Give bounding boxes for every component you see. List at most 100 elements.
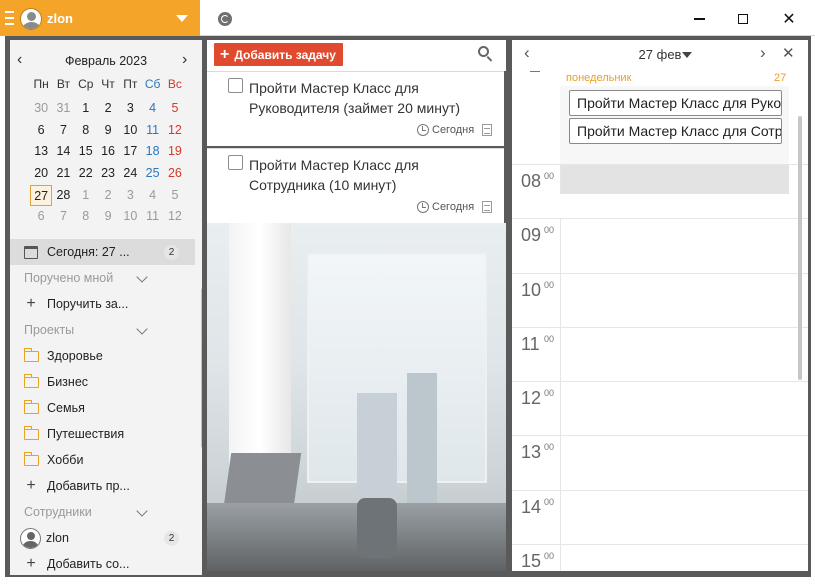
- add-project-button[interactable]: + Добавить пр...: [10, 473, 195, 499]
- user-menu[interactable]: zlon: [0, 0, 200, 36]
- chevron-down-icon[interactable]: [136, 505, 148, 517]
- hour-label: 11: [521, 333, 540, 354]
- next-day-button[interactable]: ›: [760, 43, 766, 63]
- time-slot[interactable]: [560, 219, 789, 273]
- calendar-day[interactable]: 28: [52, 185, 74, 206]
- calendar-day[interactable]: 4: [141, 98, 163, 119]
- time-slot[interactable]: [560, 327, 789, 382]
- calendar-day[interactable]: 10: [119, 120, 141, 141]
- sidebar-item-project[interactable]: Семья: [10, 395, 195, 421]
- weekday-label: Вт: [56, 77, 70, 91]
- sidebar-item-project[interactable]: Путешествия: [10, 421, 195, 447]
- calendar-day[interactable]: 6: [30, 206, 52, 227]
- calendar-day[interactable]: 26: [164, 163, 186, 184]
- calendar-day[interactable]: 4: [141, 185, 163, 206]
- sidebar-item-project[interactable]: Хобби: [10, 447, 195, 473]
- calendar-day[interactable]: 1: [75, 185, 97, 206]
- day-view-scrollbar[interactable]: [798, 116, 802, 380]
- hour-row: 11 00: [512, 326, 808, 382]
- hour-row: 12 00: [512, 381, 808, 436]
- calendar-day[interactable]: 11: [141, 206, 163, 227]
- calendar-day[interactable]: 8: [75, 206, 97, 227]
- calendar-day[interactable]: 10: [119, 206, 141, 227]
- task-checkbox[interactable]: [228, 78, 243, 93]
- hour-grid: 08 00 09 00 10 00 11 00 12 00 13 00 14 00 15 00: [512, 164, 808, 571]
- minimize-button[interactable]: [685, 6, 713, 32]
- assign-task-button[interactable]: + Поручить за...: [10, 291, 195, 317]
- day-view-title[interactable]: 27 фев: [612, 47, 708, 62]
- calendar-event[interactable]: Пройти Мастер Класс для Сотрудника: [569, 118, 782, 144]
- calendar-day-today[interactable]: 27: [30, 184, 53, 206]
- calendar-day[interactable]: 19: [164, 141, 186, 162]
- maximize-button[interactable]: [729, 6, 757, 32]
- calendar-day[interactable]: 9: [97, 206, 119, 227]
- calendar-day[interactable]: 18: [141, 141, 163, 162]
- calendar-day[interactable]: 6: [30, 120, 52, 141]
- time-slot[interactable]: [560, 382, 789, 436]
- sidebar-item-today[interactable]: Сегодня: 27 ... 2: [10, 239, 195, 265]
- calendar-day[interactable]: 16: [97, 141, 119, 162]
- folder-icon: [23, 451, 39, 466]
- calendar-day[interactable]: 17: [119, 141, 141, 162]
- calendar-day[interactable]: 30: [30, 98, 52, 119]
- chevron-down-icon[interactable]: [136, 271, 148, 283]
- calendar-day[interactable]: 21: [52, 163, 74, 184]
- calendar-day[interactable]: 7: [52, 120, 74, 141]
- calendar-event[interactable]: Пройти Мастер Класс для Руководителя: [569, 90, 782, 116]
- calendar-day[interactable]: 11: [141, 120, 163, 141]
- calendar-day[interactable]: 24: [119, 163, 141, 184]
- calendar-day[interactable]: 2: [97, 98, 119, 119]
- calendar-day[interactable]: 15: [75, 141, 97, 162]
- calendar-day[interactable]: 9: [97, 120, 119, 141]
- task-card[interactable]: Пройти Мастер Класс для Руководителя (за…: [207, 71, 504, 146]
- prev-day-button[interactable]: ‹: [524, 43, 530, 63]
- calendar-day[interactable]: 5: [164, 185, 186, 206]
- caret-down-icon[interactable]: [176, 15, 188, 22]
- calendar-day[interactable]: 3: [119, 98, 141, 119]
- sidebar-item-project[interactable]: Здоровье: [10, 343, 195, 369]
- hour-row: 08 00: [512, 164, 808, 218]
- hamburger-icon[interactable]: [5, 11, 14, 25]
- calendar-day[interactable]: 20: [30, 163, 52, 184]
- calendar-day[interactable]: 23: [97, 163, 119, 184]
- time-slot[interactable]: [560, 490, 789, 545]
- calendar-day[interactable]: 1: [75, 98, 97, 119]
- caret-down-icon[interactable]: [682, 52, 692, 58]
- chevron-down-icon[interactable]: [136, 323, 148, 335]
- next-month-button[interactable]: ›: [182, 52, 194, 68]
- calendar-day[interactable]: 3: [119, 185, 141, 206]
- time-slot[interactable]: [560, 545, 789, 571]
- close-button[interactable]: ✕: [775, 6, 803, 32]
- day-number: 27: [774, 72, 787, 84]
- calendar-day[interactable]: 14: [52, 141, 74, 162]
- section-projects[interactable]: Проекты: [10, 317, 195, 343]
- time-slot[interactable]: [560, 436, 789, 490]
- sync-icon[interactable]: [218, 12, 232, 26]
- calendar-day[interactable]: 2: [97, 185, 119, 206]
- sidebar-scrollbar[interactable]: [201, 288, 202, 448]
- calendar-day[interactable]: 8: [75, 120, 97, 141]
- calendar-day[interactable]: 7: [52, 206, 74, 227]
- calendar-day[interactable]: 31: [52, 98, 74, 119]
- calendar-day[interactable]: 12: [164, 206, 186, 227]
- add-staff-button[interactable]: + Добавить со...: [10, 551, 195, 575]
- sidebar-item-staff[interactable]: zlon 2: [10, 525, 195, 551]
- close-day-view-button[interactable]: ✕: [782, 44, 795, 62]
- sidebar-item-project[interactable]: Бизнес: [10, 369, 195, 395]
- sidebar-item-label: Добавить пр...: [47, 479, 130, 493]
- section-assigned[interactable]: Поручено мной: [10, 265, 195, 291]
- calendar-day[interactable]: 12: [164, 120, 186, 141]
- task-card[interactable]: Пройти Мастер Класс для Сотрудника (10 м…: [207, 148, 504, 223]
- time-slot[interactable]: [560, 165, 789, 194]
- search-icon[interactable]: [478, 46, 489, 57]
- calendar-day[interactable]: 22: [75, 163, 97, 184]
- task-checkbox[interactable]: [228, 155, 243, 170]
- calendar-day[interactable]: 25: [141, 163, 163, 184]
- add-task-button[interactable]: + Добавить задачу: [214, 43, 343, 66]
- hour-row: 13 00: [512, 435, 808, 490]
- section-staff[interactable]: Сотрудники: [10, 499, 195, 525]
- calendar-day[interactable]: 5: [164, 98, 186, 119]
- prev-month-button[interactable]: ‹: [17, 52, 29, 68]
- time-slot[interactable]: [560, 273, 789, 327]
- calendar-day[interactable]: 13: [30, 141, 52, 162]
